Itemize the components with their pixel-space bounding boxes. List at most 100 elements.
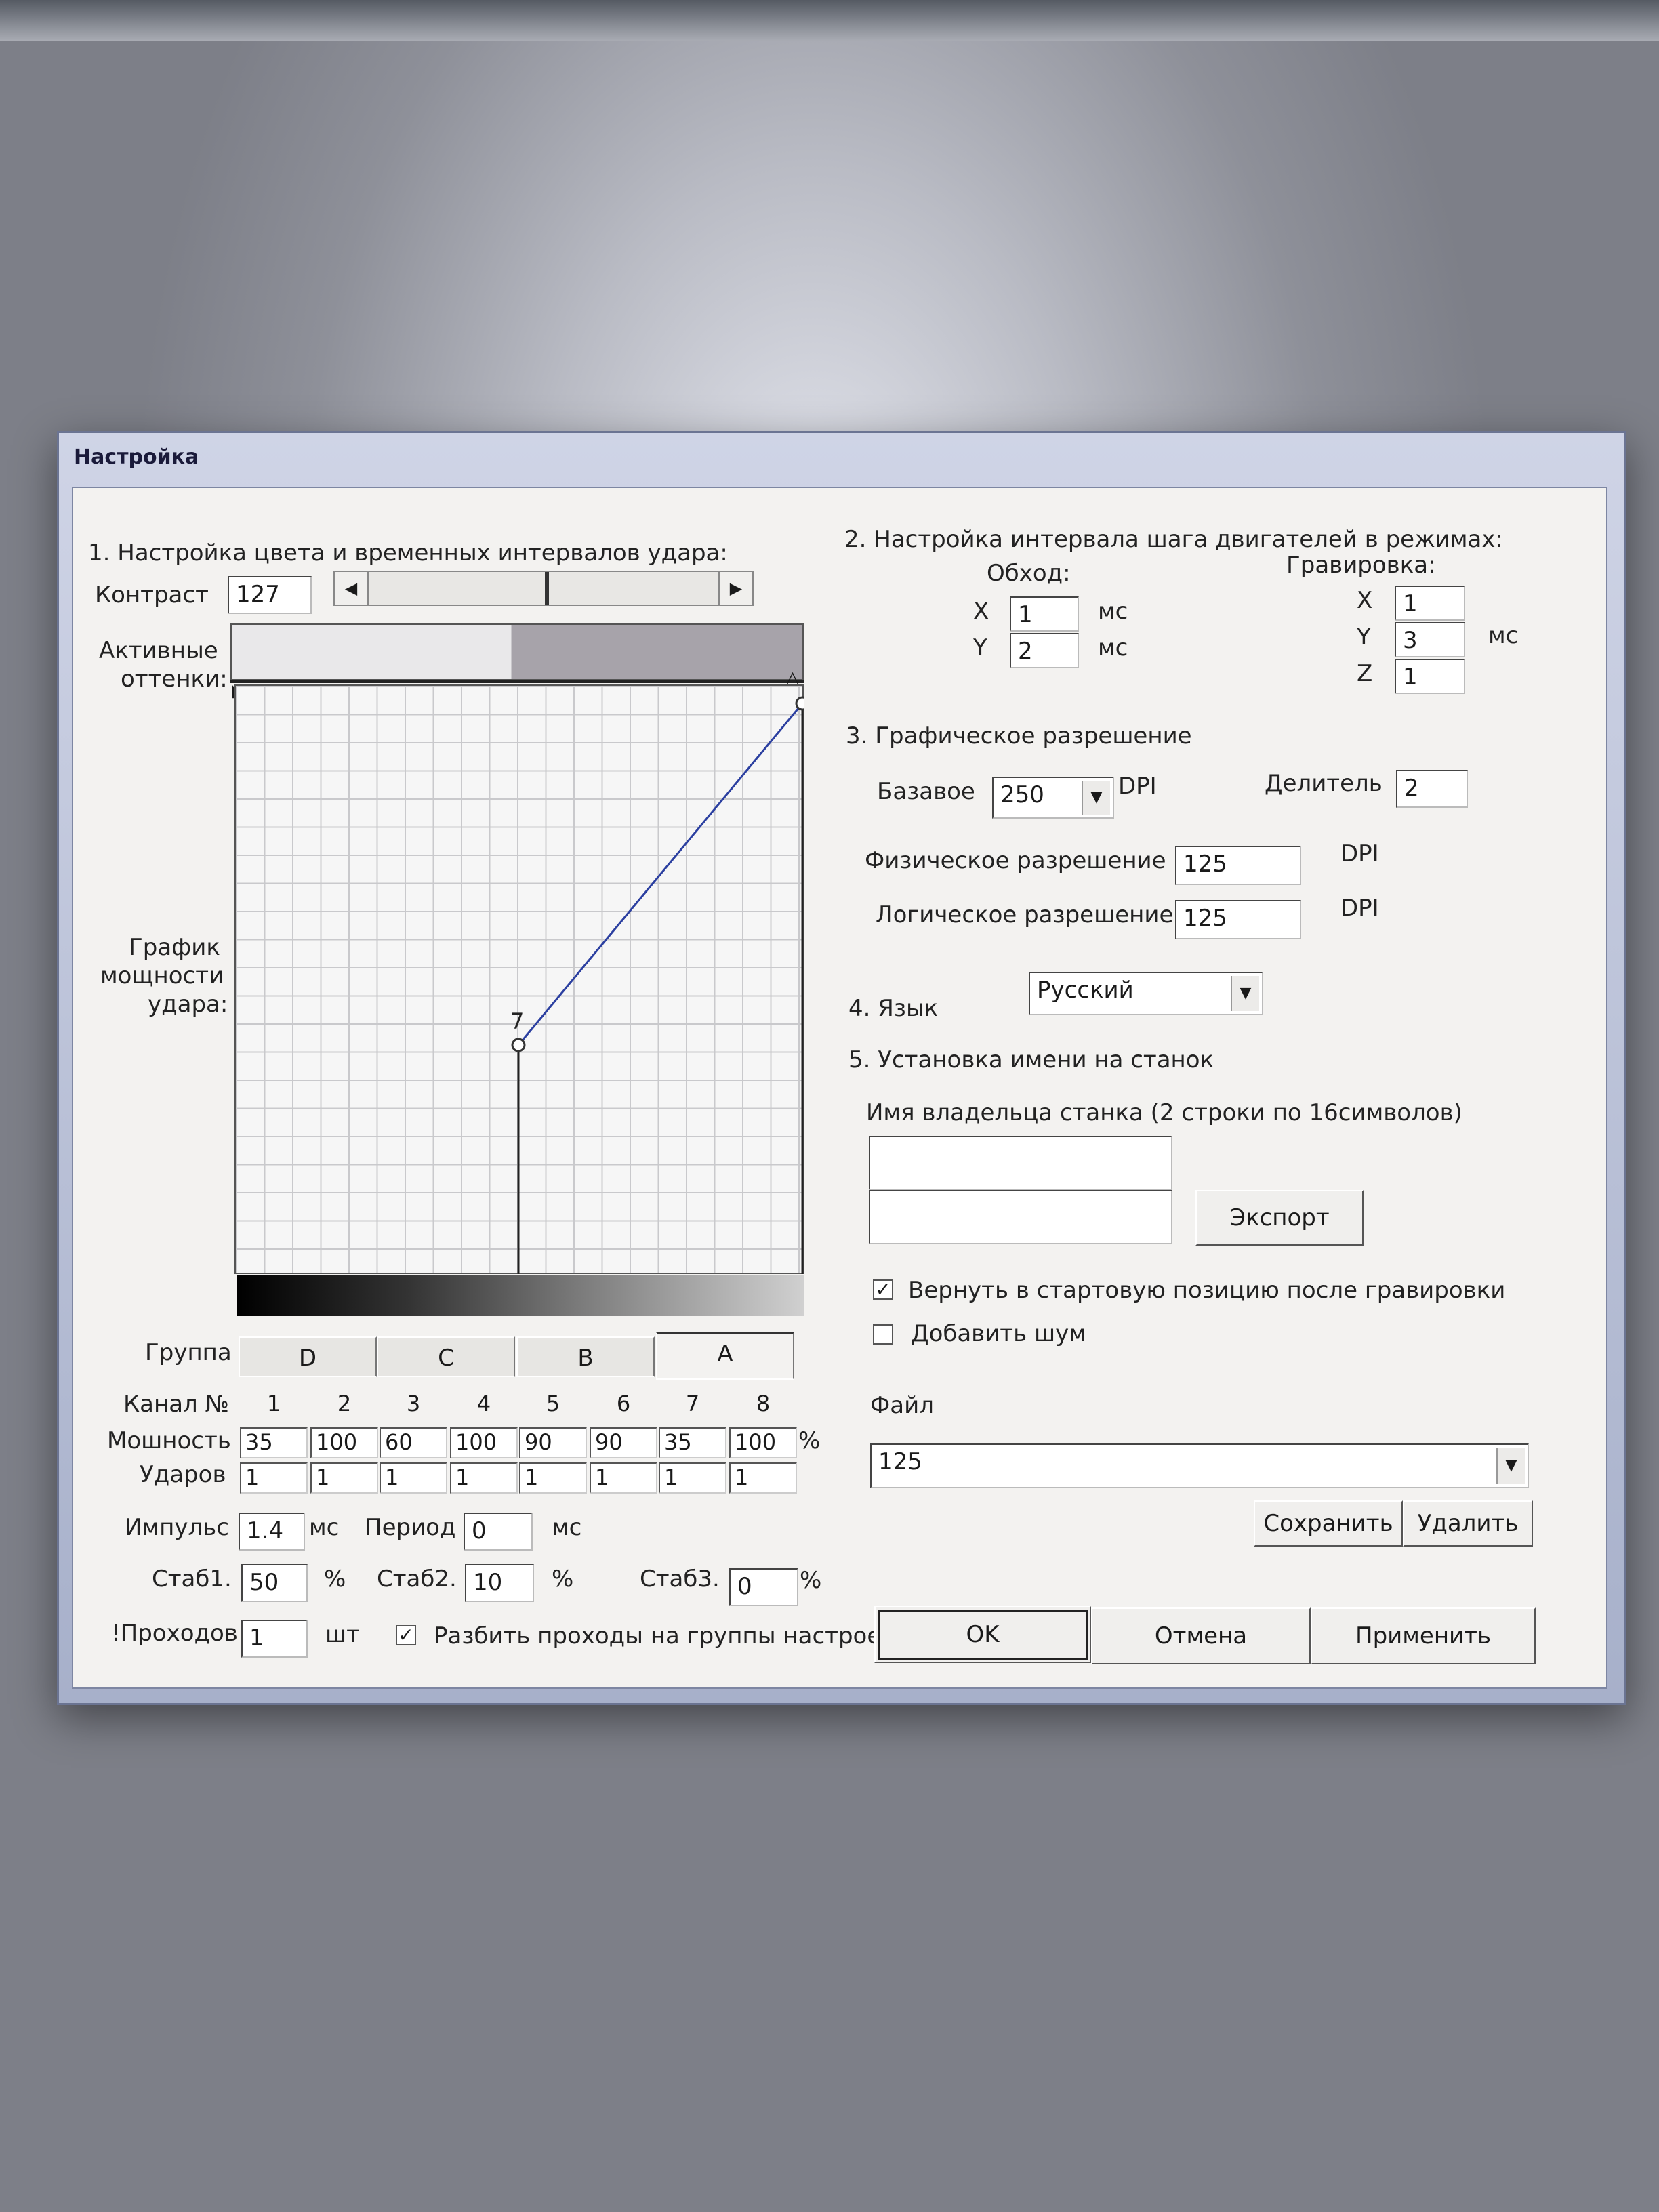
hits-cell[interactable]: 1 <box>380 1462 447 1494</box>
engr-z-label: Z <box>1357 660 1373 687</box>
file-select[interactable]: 125 ▼ <box>870 1443 1529 1488</box>
save-button[interactable]: Сохранить <box>1254 1500 1403 1547</box>
return-start-label: Вернуть в стартовую позицию после гравир… <box>908 1277 1506 1304</box>
section4-title: 4. Язык <box>848 995 939 1022</box>
power-cell[interactable]: 35 <box>659 1427 726 1458</box>
power-unit: % <box>798 1427 821 1454</box>
impulse-input[interactable]: 1.4 <box>239 1513 305 1551</box>
hits-cell[interactable]: 1 <box>310 1462 378 1494</box>
group-tab[interactable]: B <box>516 1336 655 1377</box>
passes-input[interactable]: 1 <box>241 1620 308 1658</box>
channel-header: 5 <box>546 1391 560 1416</box>
apply-button[interactable]: Применить <box>1311 1607 1536 1664</box>
group-tab[interactable]: C <box>377 1336 515 1377</box>
active-shades-bar[interactable] <box>230 623 804 680</box>
power-cell[interactable]: 100 <box>729 1427 797 1458</box>
power-cell[interactable]: 100 <box>310 1427 378 1458</box>
hits-cell[interactable]: 1 <box>729 1462 797 1494</box>
chart-point[interactable] <box>511 1038 526 1052</box>
engr-y-input[interactable]: 3 <box>1395 622 1465 657</box>
group-tab[interactable]: D <box>239 1336 377 1377</box>
impulse-label: Импульс <box>125 1514 229 1541</box>
slider-left-arrow-icon[interactable]: ◀ <box>335 572 369 605</box>
ok-button[interactable]: OK <box>874 1606 1091 1663</box>
logical-resolution-input[interactable]: 125 <box>1175 900 1301 939</box>
chart-label-3: удара: <box>148 991 228 1018</box>
engr-x-input[interactable]: 1 <box>1395 586 1465 621</box>
stab3-input[interactable]: 0 <box>729 1568 798 1606</box>
add-noise-checkbox[interactable] <box>873 1324 893 1345</box>
chart-point[interactable] <box>795 696 804 711</box>
stab1-input[interactable]: 50 <box>241 1564 308 1602</box>
active-shades-label-2: оттенки: <box>121 665 228 693</box>
delete-button[interactable]: Удалить <box>1403 1500 1533 1547</box>
chart-label-2: мощности <box>100 962 224 989</box>
physical-resolution-input[interactable]: 125 <box>1175 846 1301 885</box>
contrast-input[interactable]: 127 <box>228 576 312 614</box>
grayscale-gradient-bar <box>237 1275 804 1316</box>
split-passes-label: Разбить проходы на группы настроек <box>434 1622 895 1650</box>
language-select[interactable]: Русский ▼ <box>1029 972 1263 1015</box>
power-label: Мошность <box>107 1427 231 1454</box>
cancel-button[interactable]: Отмена <box>1091 1607 1311 1664</box>
active-shades-label-1: Активные <box>99 637 218 664</box>
hits-cell[interactable]: 1 <box>659 1462 726 1494</box>
hits-cell[interactable]: 1 <box>519 1462 587 1494</box>
power-cell[interactable]: 90 <box>590 1427 657 1458</box>
stab2-label: Стаб2. <box>377 1565 457 1593</box>
dropdown-arrow-icon[interactable]: ▼ <box>1231 976 1259 1011</box>
hits-cell[interactable]: 1 <box>240 1462 308 1494</box>
bypass-y-unit: мс <box>1098 634 1128 661</box>
owner-line1-input[interactable] <box>869 1136 1172 1190</box>
hits-label: Ударов <box>140 1461 226 1488</box>
bypass-x-label: X <box>973 598 989 625</box>
impulse-unit: мс <box>309 1514 340 1541</box>
section5-title: 5. Установка имени на станок <box>848 1046 1214 1073</box>
engr-unit: мс <box>1488 622 1519 649</box>
hits-cell[interactable]: 1 <box>590 1462 657 1494</box>
contrast-slider[interactable]: ◀ ▶ <box>333 571 754 606</box>
power-cell[interactable]: 60 <box>380 1427 447 1458</box>
export-button[interactable]: Экспорт <box>1195 1190 1364 1246</box>
passes-unit: шт <box>325 1621 360 1648</box>
logical-resolution-unit: DPI <box>1340 895 1379 922</box>
stab3-label: Стаб3. <box>640 1565 720 1593</box>
dropdown-arrow-icon[interactable]: ▼ <box>1082 781 1110 815</box>
slider-thumb[interactable] <box>545 572 549 605</box>
engr-x-label: X <box>1357 587 1373 614</box>
channel-header: 3 <box>406 1391 421 1416</box>
passes-label: !Проходов <box>111 1620 238 1647</box>
channel-header: 4 <box>476 1391 491 1416</box>
owner-name-label: Имя владельца станка (2 строки по 16симв… <box>866 1099 1462 1126</box>
bypass-x-unit: мс <box>1098 598 1128 625</box>
owner-line2-input[interactable] <box>869 1190 1172 1244</box>
group-tab[interactable]: A <box>656 1332 794 1380</box>
power-cell[interactable]: 90 <box>519 1427 587 1458</box>
base-resolution-select[interactable]: 250 ▼ <box>992 777 1114 819</box>
period-input[interactable]: 0 <box>464 1513 533 1551</box>
stab2-input[interactable]: 10 <box>465 1564 534 1602</box>
power-cell[interactable]: 100 <box>450 1427 518 1458</box>
channel-header: 1 <box>266 1391 281 1416</box>
physical-resolution-label: Физическое разрешение <box>865 847 1166 874</box>
add-noise-label: Добавить шум <box>911 1320 1086 1347</box>
engr-z-input[interactable]: 1 <box>1395 659 1465 694</box>
slider-right-arrow-icon[interactable]: ▶ <box>718 572 752 605</box>
divider-input[interactable]: 2 <box>1396 770 1468 808</box>
dropdown-arrow-icon[interactable]: ▼ <box>1496 1448 1525 1484</box>
bypass-y-label: Y <box>973 634 987 661</box>
return-start-checkbox[interactable]: ✓ <box>873 1279 893 1300</box>
stab3-unit: % <box>800 1567 822 1594</box>
bypass-y-input[interactable]: 2 <box>1010 633 1079 668</box>
base-resolution-value: 250 <box>1000 781 1044 808</box>
base-resolution-unit: DPI <box>1118 773 1157 800</box>
chart-label-1: График <box>129 934 220 961</box>
bypass-x-input[interactable]: 1 <box>1010 596 1079 632</box>
divider-label: Делитель <box>1265 770 1382 797</box>
file-value: 125 <box>878 1448 922 1475</box>
hits-cell[interactable]: 1 <box>450 1462 518 1494</box>
power-chart[interactable]: 7 <box>234 684 804 1274</box>
power-cell[interactable]: 35 <box>240 1427 308 1458</box>
power-chart-grid[interactable]: 7 <box>234 684 804 1274</box>
split-passes-checkbox[interactable]: ✓ <box>396 1625 416 1645</box>
